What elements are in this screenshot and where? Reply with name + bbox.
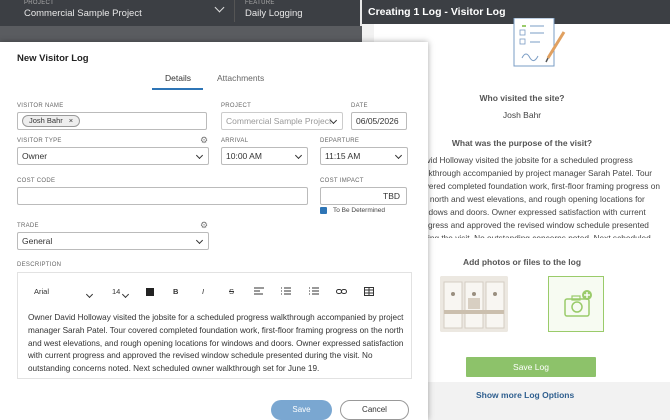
description-label: DESCRIPTION [17, 262, 62, 268]
arrival-label: ARRIVAL [221, 138, 249, 144]
gear-icon[interactable]: ⚙ [200, 136, 209, 145]
show-more-options-link[interactable]: Show more Log Options [476, 390, 574, 400]
new-visitor-log-modal: New Visitor Log Details Attachments VISI… [0, 42, 428, 420]
cost-impact-field[interactable]: TBD [320, 187, 407, 205]
top-bar: PROJECT Commercial Sample Project FEATUR… [0, 0, 360, 26]
divider [234, 0, 235, 22]
close-icon[interactable]: × [69, 116, 73, 125]
project-value: Commercial Sample Project [24, 8, 142, 19]
project-selector[interactable]: PROJECT Commercial Sample Project [24, 0, 142, 26]
feature-caption: FEATURE [245, 0, 275, 6]
feature-selector[interactable]: FEATURE Daily Logging [245, 0, 303, 26]
visitor-name-label: VISITOR NAME [17, 103, 64, 109]
to-be-determined-label: To Be Determined [333, 207, 386, 214]
gear-icon[interactable]: ⚙ [200, 221, 209, 230]
cancel-button[interactable]: Cancel [340, 400, 409, 420]
modal-title: New Visitor Log [17, 53, 89, 64]
chevron-down-icon[interactable] [214, 2, 225, 13]
strikethrough-button[interactable]: S [229, 287, 234, 297]
active-tab-indicator [152, 88, 203, 90]
cost-code-field[interactable] [17, 187, 308, 205]
visitor-chip-label: Josh Bahr [29, 116, 63, 125]
font-family-select[interactable]: Arial [34, 287, 98, 297]
camera-plus-icon [564, 290, 592, 317]
add-photo-button[interactable] [548, 276, 604, 332]
departure-label: DEPARTURE [320, 138, 360, 144]
cost-code-label: COST CODE [17, 178, 56, 184]
description-editor[interactable]: Arial 14 B I S Owner David Holloway visi… [17, 272, 412, 379]
visitor-chip: Josh Bahr × [22, 115, 81, 127]
purpose-text: David Holloway visited the jobsite for a… [416, 155, 660, 238]
save-button[interactable]: Save [271, 400, 332, 420]
trade-select[interactable]: General [17, 232, 209, 250]
editor-toolbar: Arial 14 B I S [18, 273, 411, 309]
tab-details[interactable]: Details [165, 73, 191, 83]
attached-photo-thumbnail[interactable] [440, 276, 508, 332]
bold-button[interactable]: B [173, 287, 178, 297]
project-select[interactable]: Commercial Sample Project [221, 112, 343, 130]
mudroom-photo [440, 276, 508, 332]
visitor-name-field[interactable]: Josh Bahr × [17, 112, 207, 130]
project-label: PROJECT [221, 103, 252, 109]
trade-label: TRADE [17, 223, 39, 229]
feature-value: Daily Logging [245, 8, 303, 19]
arrival-select[interactable]: 10:00 AM [221, 147, 308, 165]
date-label: DATE [351, 103, 368, 109]
italic-button[interactable]: I [202, 287, 204, 297]
font-size-select[interactable]: 14 [112, 287, 134, 297]
to-be-determined-checkbox[interactable] [320, 207, 327, 220]
description-text: Owner David Holloway visited the jobsite… [28, 313, 404, 374]
cost-impact-label: COST IMPACT [320, 178, 364, 184]
align-left-icon[interactable] [254, 287, 264, 297]
numbered-list-icon[interactable] [309, 287, 319, 297]
table-icon[interactable] [364, 287, 374, 297]
visitor-type-select[interactable]: Owner [17, 147, 209, 165]
departure-select[interactable]: 11:15 AM [320, 147, 408, 165]
link-icon[interactable] [336, 287, 347, 297]
tab-attachments[interactable]: Attachments [217, 73, 264, 83]
date-field[interactable]: 06/05/2026 [351, 112, 407, 130]
bullet-list-icon[interactable] [281, 287, 291, 297]
text-color-icon[interactable] [146, 288, 154, 296]
save-log-button[interactable]: Save Log [466, 357, 596, 377]
project-caption: PROJECT [24, 0, 55, 6]
visitor-type-label: VISITOR TYPE [17, 138, 62, 144]
clipboard-illustration-icon [513, 18, 566, 67]
check-icon [320, 214, 327, 220]
